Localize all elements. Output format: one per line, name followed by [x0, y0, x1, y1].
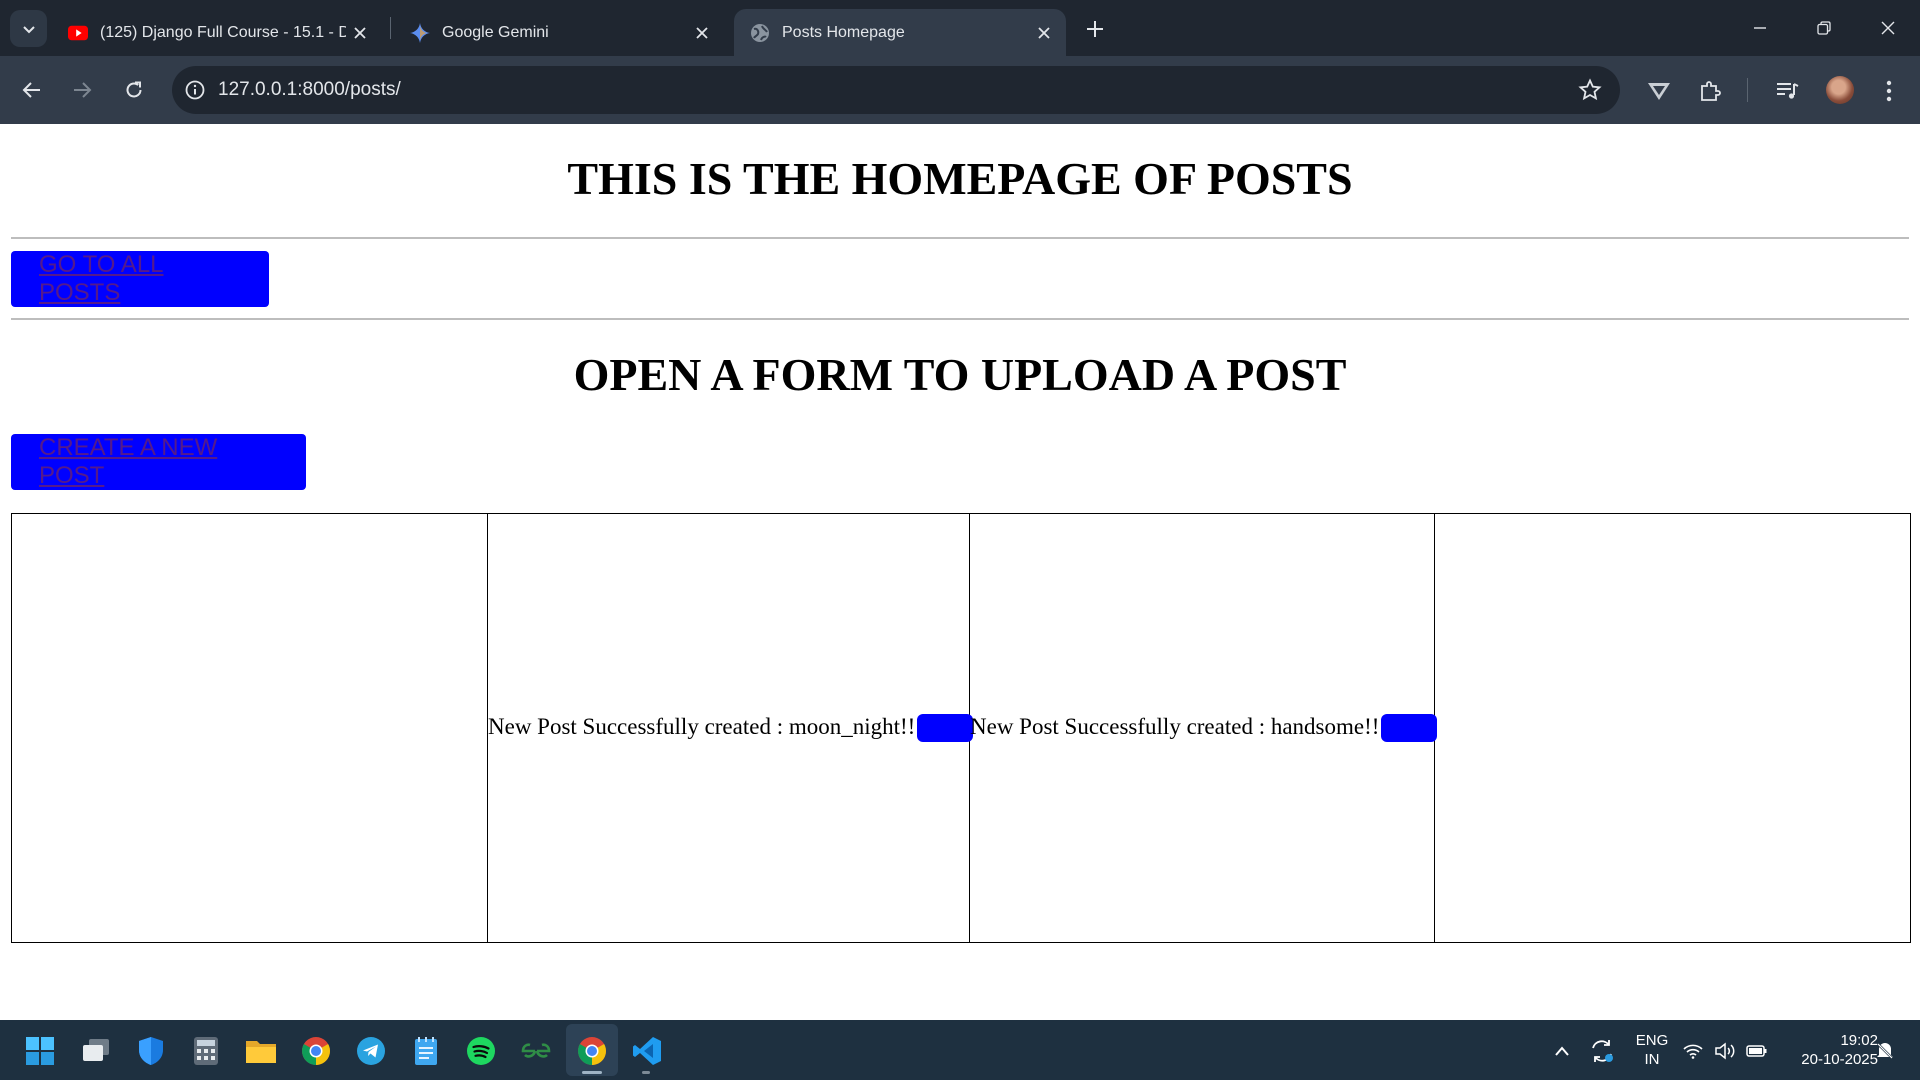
- browser-tab-bar: (125) Django Full Course - 15.1 - D Goog…: [0, 0, 1920, 56]
- language-text: ENG: [1635, 1032, 1669, 1049]
- page-content: THIS IS THE HOMEPAGE OF POSTS GO TO ALL …: [0, 124, 1920, 1020]
- table-row: New Post Successfully created : moon_nig…: [11, 513, 1911, 943]
- tab-separator: [390, 17, 391, 39]
- address-bar[interactable]: 127.0.0.1:8000/posts/: [172, 66, 1620, 114]
- close-icon: [1881, 21, 1895, 35]
- reload-icon: [126, 81, 142, 98]
- close-window-button[interactable]: [1856, 0, 1920, 56]
- tab-gemini[interactable]: Google Gemini: [394, 9, 724, 56]
- task-view-icon[interactable]: [79, 1034, 113, 1068]
- volume-icon[interactable]: [1712, 1034, 1738, 1068]
- tab-title: (125) Django Full Course - 15.1 - D: [100, 23, 346, 41]
- gemini-icon: [410, 22, 430, 43]
- chrome-icon[interactable]: [299, 1034, 333, 1068]
- restore-icon: [1817, 21, 1831, 35]
- close-tab-icon[interactable]: [1030, 19, 1058, 47]
- more-menu-icon[interactable]: [1876, 78, 1902, 104]
- browser-toolbar: 127.0.0.1:8000/posts/: [0, 56, 1920, 124]
- geeksforgeeks-icon[interactable]: [519, 1034, 553, 1068]
- calculator-icon[interactable]: [189, 1034, 223, 1068]
- file-explorer-icon[interactable]: [244, 1034, 278, 1068]
- all-posts-link[interactable]: GO TO ALL POSTS: [39, 251, 241, 307]
- reload-button[interactable]: [114, 70, 154, 110]
- close-tab-icon[interactable]: [688, 19, 716, 47]
- clock[interactable]: 19:02 20-10-2025: [1782, 1031, 1878, 1069]
- all-posts-button[interactable]: GO TO ALL POSTS: [11, 251, 269, 307]
- sync-icon[interactable]: [1585, 1034, 1619, 1068]
- chrome-active-icon[interactable]: [575, 1034, 609, 1068]
- language-indicator[interactable]: ENG IN: [1630, 1031, 1674, 1069]
- post-action-button[interactable]: [1381, 714, 1438, 743]
- create-post-link[interactable]: CREATE A NEW POST: [39, 434, 278, 490]
- extension-vpn-icon[interactable]: [1646, 78, 1672, 104]
- active-app-indicator: [582, 1071, 602, 1074]
- extensions-puzzle-icon[interactable]: [1697, 78, 1723, 104]
- windows-taskbar: ENG IN 19:02 20-10-2025: [0, 1020, 1920, 1080]
- forward-button[interactable]: [62, 70, 102, 110]
- minimize-icon: [1754, 27, 1766, 29]
- page-heading: THIS IS THE HOMEPAGE OF POSTS: [567, 153, 1353, 204]
- create-post-button[interactable]: CREATE A NEW POST: [11, 434, 306, 490]
- post-created-message: New Post Successfully created : handsome…: [970, 713, 1380, 739]
- battery-icon[interactable]: [1744, 1034, 1770, 1068]
- plus-icon: [1087, 21, 1103, 37]
- toolbar-separator: [1747, 78, 1748, 102]
- tab-title: Posts Homepage: [782, 23, 905, 41]
- chevron-up-icon[interactable]: [1545, 1034, 1579, 1068]
- youtube-icon: [68, 23, 88, 43]
- divider: [11, 237, 1909, 239]
- tab-search-button[interactable]: [10, 10, 47, 47]
- table-cell: New Post Successfully created : handsome…: [969, 513, 1438, 943]
- tab-posts-homepage[interactable]: Posts Homepage: [734, 9, 1066, 56]
- tab-title: Google Gemini: [442, 23, 549, 41]
- windows-start-icon[interactable]: [23, 1034, 57, 1068]
- windows-security-icon[interactable]: [134, 1034, 168, 1068]
- restore-button[interactable]: [1792, 0, 1856, 56]
- notifications-icon[interactable]: [1872, 1034, 1898, 1068]
- site-info-icon[interactable]: [184, 79, 206, 101]
- post-action-button[interactable]: [917, 714, 974, 743]
- divider: [11, 318, 1909, 320]
- post-created-message: New Post Successfully created : moon_nig…: [488, 713, 916, 739]
- new-tab-button[interactable]: [1080, 14, 1110, 44]
- arrow-left-icon: [22, 82, 40, 98]
- form-heading: OPEN A FORM TO UPLOAD A POST: [573, 349, 1347, 400]
- vscode-icon[interactable]: [630, 1034, 664, 1068]
- minimize-button[interactable]: [1728, 0, 1792, 56]
- wifi-icon[interactable]: [1680, 1034, 1706, 1068]
- back-button[interactable]: [12, 70, 52, 110]
- region-text: IN: [1644, 1051, 1660, 1068]
- time-text: 19:02: [1840, 1032, 1878, 1049]
- posts-table: New Post Successfully created : moon_nig…: [11, 513, 1911, 943]
- open-app-indicator: [642, 1071, 650, 1074]
- close-tab-icon[interactable]: [346, 19, 374, 47]
- notepad-icon[interactable]: [409, 1034, 443, 1068]
- chevron-down-icon: [22, 25, 35, 33]
- telegram-icon[interactable]: [354, 1034, 388, 1068]
- table-cell: [11, 513, 488, 943]
- media-controls-icon[interactable]: [1774, 78, 1800, 104]
- profile-avatar[interactable]: [1826, 76, 1854, 104]
- spotify-icon[interactable]: [464, 1034, 498, 1068]
- arrow-right-icon: [74, 82, 92, 98]
- date-text: 20-10-2025: [1801, 1051, 1878, 1068]
- bookmark-star-icon[interactable]: [1578, 78, 1602, 102]
- table-cell: New Post Successfully created : moon_nig…: [487, 513, 974, 943]
- globe-icon: [750, 23, 770, 43]
- url-text[interactable]: 127.0.0.1:8000/posts/: [218, 79, 401, 101]
- table-cell: [1434, 513, 1911, 943]
- tab-youtube[interactable]: (125) Django Full Course - 15.1 - D: [52, 9, 382, 56]
